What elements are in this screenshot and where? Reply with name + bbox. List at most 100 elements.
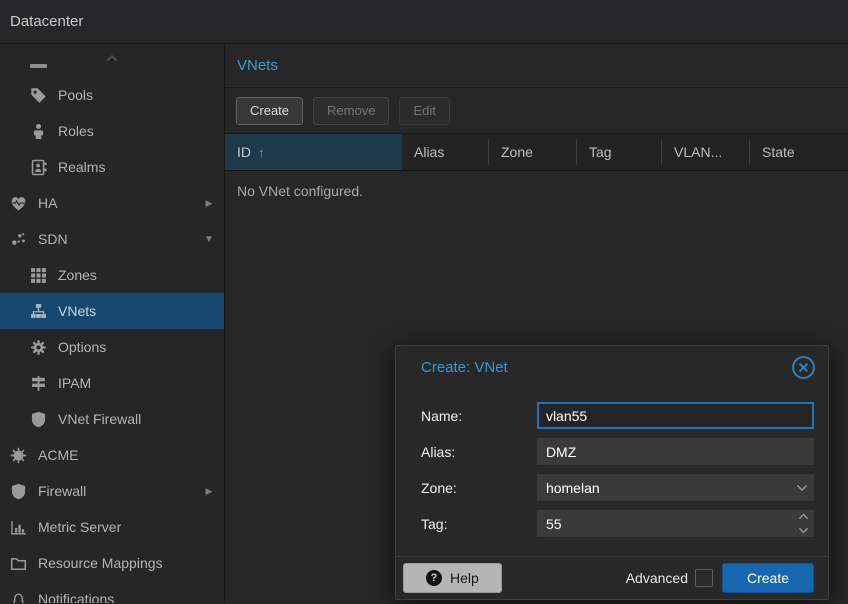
alias-field-label: Alias: [421,444,537,460]
panel-title: VNets [237,57,278,74]
sidebar-item-roles[interactable]: Roles [0,113,224,149]
gear-icon [30,339,47,356]
column-header-label: Alias [414,144,444,160]
sort-ascending-icon [258,145,265,160]
zone-combo-input[interactable] [537,474,814,501]
sidebar-item-label: Resource Mappings [38,555,163,571]
column-header-id[interactable]: ID [225,134,402,170]
column-header-label: ID [237,144,251,160]
sidebar-item-label: Notifications [38,591,114,603]
sitemap-icon [30,303,47,320]
folder-icon [10,555,27,572]
column-header-alias[interactable]: Alias [402,134,489,170]
name-field-label: Name: [421,408,537,424]
tag-spinner-input[interactable] [537,510,814,537]
user-icon [30,123,47,140]
sidebar-item-metric-server[interactable]: Metric Server [0,509,224,545]
spinner-up-icon[interactable] [797,512,810,521]
sidebar-item-realms[interactable]: Realms [0,149,224,185]
sidebar-nav: Pools Roles Realms HA [0,77,224,603]
chevron-up-icon [100,50,124,66]
create-button[interactable]: Create [236,97,303,125]
zone-field-label: Zone: [421,480,537,496]
bar-chart-icon [10,519,27,536]
sidebar-item-acme[interactable]: ACME [0,437,224,473]
dialog-create-button[interactable]: Create [722,563,814,593]
sidebar-item-firewall[interactable]: Firewall [0,473,224,509]
sidebar-item-label: ACME [38,447,78,463]
column-header-label: Tag [589,144,612,160]
column-header-label: Zone [501,144,533,160]
sidebar-item-label: VNets [58,303,96,319]
grid-header-row: ID Alias Zone Tag [225,134,848,171]
resource-tree: Pools Roles Realms HA [0,44,225,603]
sidebar-item-vnet-firewall[interactable]: VNet Firewall [0,401,224,437]
address-book-icon [30,159,47,176]
chevron-down-icon[interactable] [794,474,810,501]
panel-titlebar: VNets [225,44,848,88]
sidebar-item-ipam[interactable]: IPAM [0,365,224,401]
sidebar-item-label: IPAM [58,375,91,391]
expander-arrow-icon[interactable] [202,234,216,245]
remove-button: Remove [313,97,389,125]
sidebar-item-zones[interactable]: Zones [0,257,224,293]
advanced-checkbox[interactable] [695,569,713,587]
sidebar-item-label: VNet Firewall [58,411,141,427]
sidebar-item-label: Roles [58,123,94,139]
expander-arrow-icon[interactable] [202,486,216,497]
sidebar-item-label: SDN [38,231,68,247]
column-header-tag[interactable]: Tag [577,134,662,170]
column-header-vlan[interactable]: VLAN... [662,134,750,170]
sidebar-item-pools[interactable]: Pools [0,77,224,113]
sidebar-item-label: Firewall [38,483,86,499]
form-row-zone: Zone: [421,474,814,501]
grid-empty-text: No VNet configured. [237,183,363,199]
expander-arrow-icon[interactable] [202,198,216,209]
dialog-title: Create: VNet [421,359,508,376]
certificate-icon [10,447,27,464]
column-header-zone[interactable]: Zone [489,134,577,170]
sidebar-item-resource-mappings[interactable]: Resource Mappings [0,545,224,581]
top-header-bar: Datacenter [0,0,848,44]
spinner-down-icon[interactable] [797,526,810,535]
shield-icon [10,483,27,500]
sidebar-item-label: Metric Server [38,519,121,535]
create-vnet-dialog: Create: VNet Name: Alias: Zone: [395,345,829,600]
edit-button: Edit [399,97,449,125]
bell-icon [10,591,27,604]
advanced-label: Advanced [626,570,688,586]
tags-icon [30,87,47,104]
alias-input[interactable] [537,438,814,465]
partial-icon [30,64,47,68]
sidebar-item-options[interactable]: Options [0,329,224,365]
dialog-header[interactable]: Create: VNet [396,346,828,388]
form-row-alias: Alias: [421,438,814,465]
close-icon[interactable] [791,355,816,380]
column-header-label: VLAN... [674,144,722,160]
grid-icon [30,267,47,284]
sidebar-item-ha[interactable]: HA [0,185,224,221]
column-header-state[interactable]: State [750,134,848,170]
help-button[interactable]: ? Help [403,563,502,593]
sidebar-item-sdn[interactable]: SDN [0,221,224,257]
heartbeat-icon [10,195,27,212]
sidebar-item-label: Realms [58,159,105,175]
dialog-footer: ? Help Advanced Create [396,556,828,599]
sidebar-item-vnets[interactable]: VNets [0,293,224,329]
sidebar-item-label: Options [58,339,106,355]
help-button-label: Help [450,570,479,586]
dialog-body: Name: Alias: Zone: Tag: [396,388,828,556]
datacenter-title: Datacenter [10,13,83,30]
form-row-name: Name: [421,402,814,429]
shield-icon [30,411,47,428]
sidebar-item-label: Pools [58,87,93,103]
sidebar-item-notifications[interactable]: Notifications [0,581,224,603]
grid-toolbar: Create Remove Edit [225,88,848,134]
sidebar-item-partial[interactable] [0,44,224,77]
column-header-label: State [762,144,795,160]
advanced-toggle-group: Advanced [626,569,713,587]
sidebar-item-label: HA [38,195,57,211]
name-input[interactable] [537,402,814,429]
form-row-tag: Tag: [421,510,814,537]
sidebar-item-label: Zones [58,267,97,283]
